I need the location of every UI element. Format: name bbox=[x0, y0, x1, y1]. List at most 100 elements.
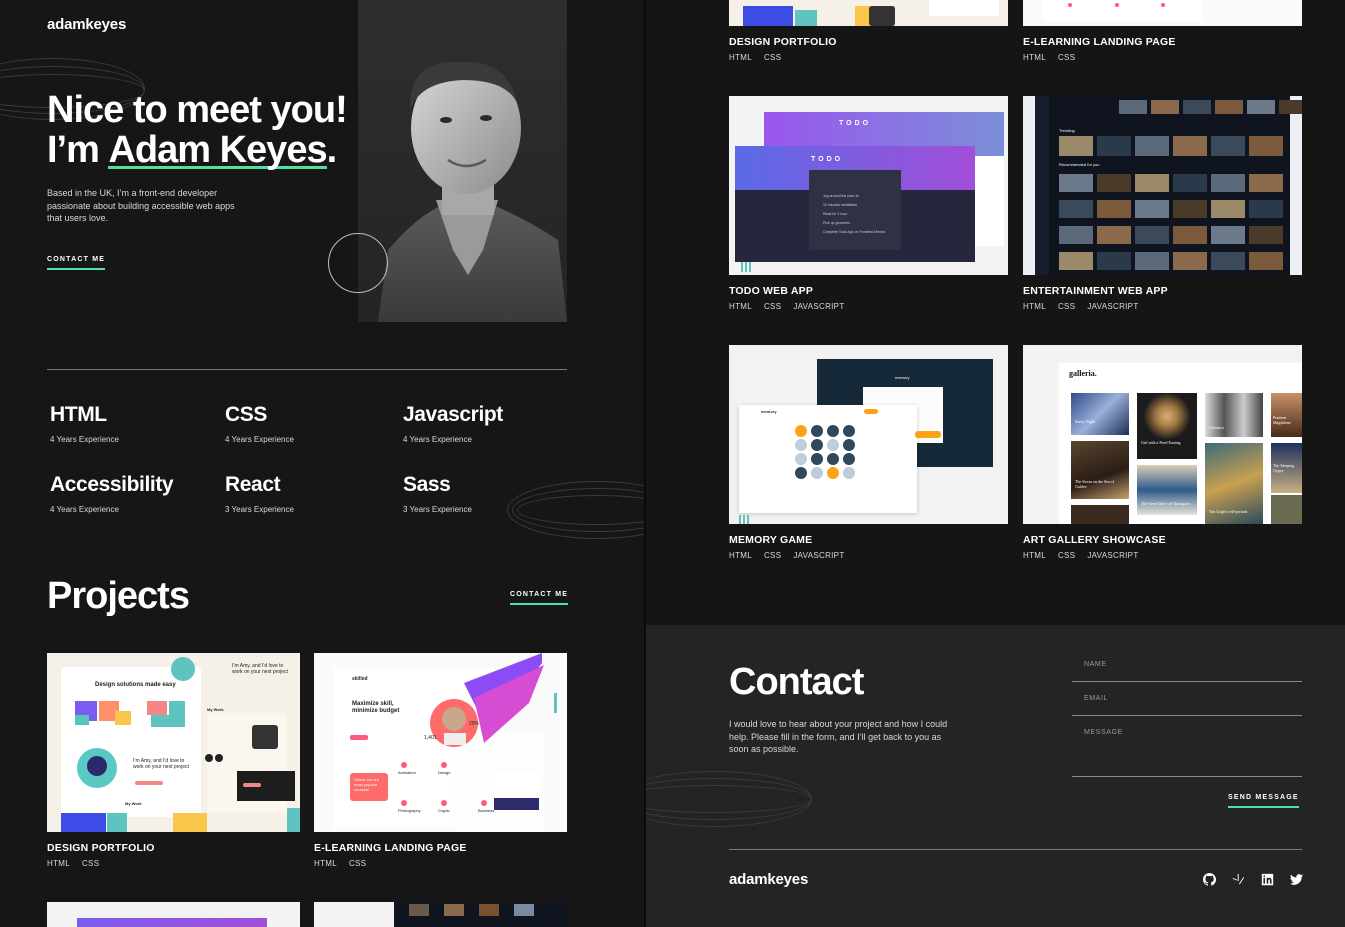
footer-logo[interactable]: adamkeyes bbox=[729, 871, 808, 888]
skill-item: Javascript 4 Years Experience bbox=[403, 403, 503, 444]
section-divider bbox=[47, 369, 567, 370]
memory-tile bbox=[827, 453, 839, 465]
ent-media-tile bbox=[1249, 174, 1283, 192]
skill-experience: 3 Years Experience bbox=[225, 505, 294, 514]
memory-tile bbox=[827, 467, 839, 479]
skill-name: Accessibility bbox=[50, 473, 174, 496]
project-tags: HTML CSS bbox=[729, 53, 782, 62]
project-thumbnail-todo[interactable]: TODO TODO Jog around the park 3x 10 minu… bbox=[729, 96, 1008, 275]
art-caption: Starry Night bbox=[1075, 419, 1095, 424]
name-field[interactable]: NAME bbox=[1072, 661, 1302, 682]
skill-experience: 4 Years Experience bbox=[50, 435, 119, 444]
project-title: MEMORY GAME bbox=[729, 534, 813, 546]
ent-media-tile bbox=[1097, 226, 1131, 244]
ent-media-tile bbox=[1135, 136, 1169, 156]
project-title: DESIGN PORTFOLIO bbox=[729, 36, 837, 48]
thumb-stat: 29% bbox=[469, 721, 480, 727]
frontend-mentor-icon[interactable] bbox=[1232, 873, 1245, 886]
art-caption: Penitent Magdalene bbox=[1273, 415, 1291, 425]
project-thumbnail-design-portfolio[interactable] bbox=[729, 0, 1008, 26]
ent-media-tile bbox=[1059, 200, 1093, 218]
skill-experience: 4 Years Experience bbox=[225, 435, 294, 444]
skill-name: Javascript bbox=[403, 403, 503, 426]
skill-name: React bbox=[225, 473, 281, 496]
hero-heading: Nice to meet you! I’m Adam Keyes. bbox=[47, 90, 427, 170]
projects-heading: Projects bbox=[47, 575, 190, 617]
ent-media-tile bbox=[1249, 252, 1283, 270]
ent-media-tile bbox=[1059, 252, 1093, 270]
skill-item: HTML 4 Years Experience bbox=[50, 403, 119, 444]
art-caption: Guernica bbox=[1209, 425, 1224, 430]
todo-logo: TODO bbox=[839, 120, 872, 127]
art-caption: The Great Wave off Kanagawa bbox=[1141, 501, 1191, 506]
ent-media-tile bbox=[1151, 100, 1179, 114]
project-thumbnail-entertainment[interactable] bbox=[314, 902, 567, 927]
hero-contact-button[interactable]: CONTACT ME bbox=[47, 256, 106, 270]
skill-name: HTML bbox=[50, 403, 107, 426]
art-caption: Van Gogh's self-portrait bbox=[1209, 509, 1248, 514]
memory-tile bbox=[827, 439, 839, 451]
github-icon[interactable] bbox=[1203, 873, 1216, 886]
ent-media-tile bbox=[1215, 100, 1243, 114]
twitter-icon[interactable] bbox=[1290, 873, 1303, 886]
contact-description: I would love to hear about your project … bbox=[729, 719, 948, 754]
site-logo[interactable]: adamkeyes bbox=[47, 16, 126, 33]
thumb-intro: I’m Amy, and I’d love to work on your ne… bbox=[133, 758, 189, 770]
thumb-brand: skilled bbox=[352, 676, 368, 682]
project-tags: HTML CSS JAVASCRIPT bbox=[1023, 302, 1139, 311]
linkedin-icon[interactable] bbox=[1261, 873, 1274, 886]
memory-tile bbox=[795, 453, 807, 465]
project-tags: HTML CSS JAVASCRIPT bbox=[1023, 551, 1139, 560]
contact-heading: Contact bbox=[729, 661, 864, 703]
memory-tile bbox=[811, 425, 823, 437]
art-caption: Girl with a Pearl Earring bbox=[1141, 440, 1181, 445]
memory-tile bbox=[843, 453, 855, 465]
ent-media-tile bbox=[1183, 100, 1211, 114]
project-tags: HTML CSS bbox=[47, 859, 100, 868]
memory-tile bbox=[811, 439, 823, 451]
thumb-heading: Maximize skill, minimize budget bbox=[352, 701, 400, 714]
art-caption: The Storm on the Sea of Galilee bbox=[1075, 479, 1114, 489]
ent-media-tile bbox=[1249, 226, 1283, 244]
project-thumbnail-design-portfolio[interactable]: Design solutions made easy I’m Amy, and … bbox=[47, 653, 300, 832]
project-thumbnail-todo[interactable] bbox=[47, 902, 300, 927]
hero-name: Adam Keyes bbox=[108, 129, 328, 171]
memory-board bbox=[795, 425, 865, 485]
projects-contact-button[interactable]: CONTACT ME bbox=[510, 591, 569, 605]
ent-media-tile bbox=[1211, 174, 1245, 192]
project-tags: HTML CSS JAVASCRIPT bbox=[729, 551, 845, 560]
ent-media-tile bbox=[1279, 100, 1302, 114]
memory-logo: memory bbox=[895, 375, 910, 380]
todo-item: Pick up groceries bbox=[823, 221, 850, 225]
memory-tile bbox=[795, 439, 807, 451]
skill-name: Sass bbox=[403, 473, 451, 496]
ent-media-tile bbox=[1173, 252, 1207, 270]
todo-item: Jog around the park 3x bbox=[823, 194, 859, 198]
project-thumbnail-elearning[interactable] bbox=[1023, 0, 1302, 26]
email-field[interactable]: EMAIL bbox=[1072, 695, 1302, 716]
project-thumbnail-entertainment[interactable]: Trending Recommended for you bbox=[1023, 96, 1302, 275]
project-tags: HTML CSS JAVASCRIPT bbox=[729, 302, 845, 311]
memory-tile bbox=[843, 439, 855, 451]
memory-tile bbox=[811, 467, 823, 479]
memory-tile bbox=[843, 425, 855, 437]
project-title: ART GALLERY SHOWCASE bbox=[1023, 534, 1166, 546]
project-thumbnail-elearning[interactable]: skilled Maximize skill, minimize budget … bbox=[314, 653, 567, 832]
footer-social-links bbox=[1203, 873, 1303, 886]
ent-thumbnail-grid bbox=[1059, 96, 1302, 275]
ent-media-tile bbox=[1249, 136, 1283, 156]
memory-logo: memory bbox=[761, 409, 777, 414]
message-field[interactable]: MESSAGE bbox=[1072, 729, 1302, 777]
project-title: TODO WEB APP bbox=[729, 285, 814, 297]
art-caption: The Sleeping Gypsy bbox=[1273, 463, 1295, 473]
project-thumbnail-art-gallery[interactable]: galleria. Starry Night Girl with a Pearl… bbox=[1023, 345, 1302, 524]
memory-tile bbox=[811, 453, 823, 465]
project-thumbnail-memory-game[interactable]: memory memory bbox=[729, 345, 1008, 524]
send-message-button[interactable]: SEND MESSAGE bbox=[1228, 794, 1299, 808]
thumb-stat: 1,401 bbox=[424, 735, 437, 741]
ent-media-tile bbox=[1097, 252, 1131, 270]
project-title: ENTERTAINMENT WEB APP bbox=[1023, 285, 1168, 297]
ent-media-tile bbox=[1173, 174, 1207, 192]
hero-bio: Based in the UK, I’m a front-end develop… bbox=[47, 188, 235, 223]
memory-tile bbox=[795, 467, 807, 479]
